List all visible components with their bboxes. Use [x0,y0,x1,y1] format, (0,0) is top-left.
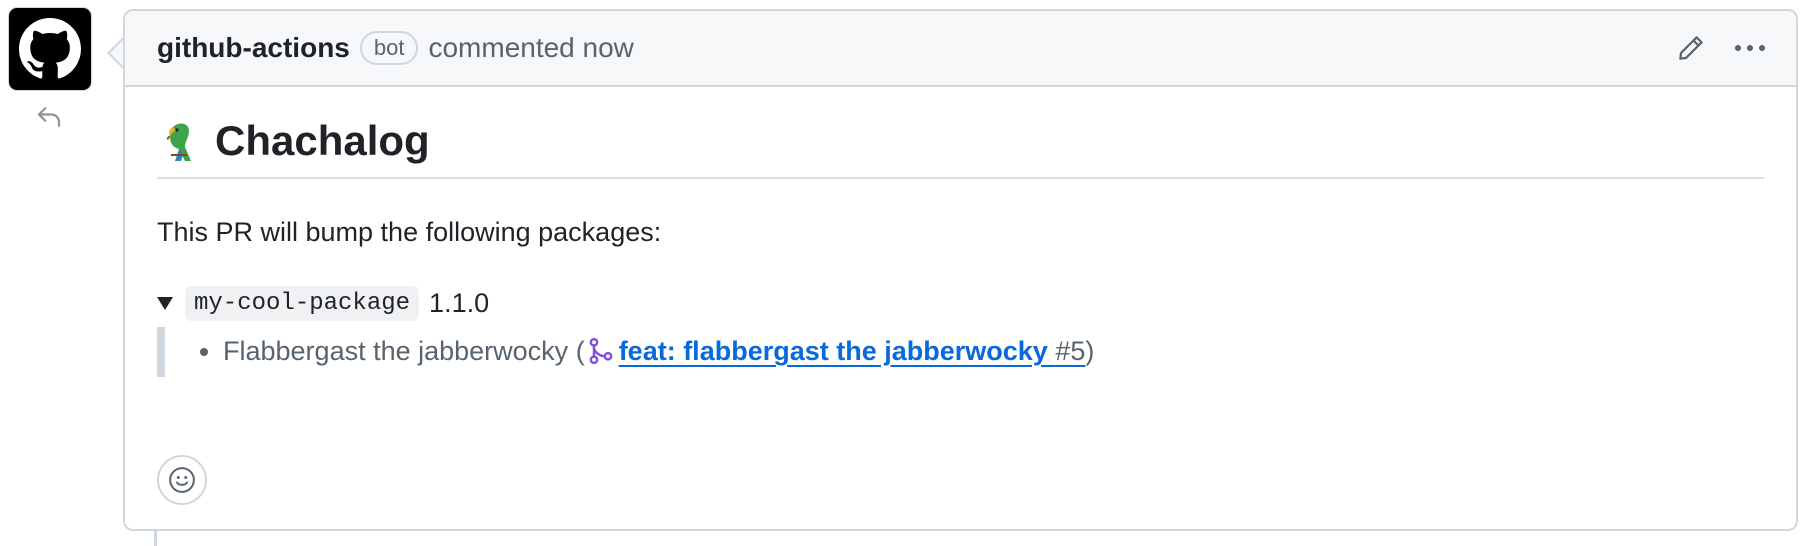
comment-arrow-fill [110,39,124,67]
github-mark-icon [19,18,81,79]
comment-timestamp[interactable]: commented now [428,32,633,64]
parrot-icon [166,123,191,161]
smiley-icon [169,467,195,493]
avatar[interactable] [9,8,91,90]
close-paren: ) [1085,336,1095,366]
package-version: 1.1.0 [429,288,490,318]
comment-title: Chachalog [215,117,430,164]
change-quote: Flabbergast the jabberwocky ( feat: flab… [157,327,1764,377]
intro-text: This PR will bump the following packages… [157,217,662,247]
bot-badge: bot [359,31,419,65]
package-details-summary[interactable]: my-cool-package 1.1.0 [157,286,1764,321]
kebab-horizontal-icon[interactable] [1732,33,1768,63]
pr-link[interactable]: feat: flabbergast the jabberwocky #5 [619,336,1086,366]
author-link[interactable]: github-actions [157,32,350,64]
header-actions [1676,33,1768,63]
comment-heading: Chachalog [157,117,1764,179]
timeline-line [154,531,157,546]
comment-header: github-actions bot commented now [125,11,1796,87]
change-text: Flabbergast the jabberwocky ( [223,336,585,366]
reply-icon[interactable] [34,102,64,132]
pr-title: feat: flabbergast the jabberwocky [618,336,1048,366]
comment-body: Chachalog This PR will bump the followin… [125,87,1796,531]
git-pull-request-icon [589,337,613,365]
package-name: my-cool-package [185,286,420,321]
list-item: Flabbergast the jabberwocky ( feat: flab… [223,331,1764,371]
comment-box: github-actions bot commented now Chachal… [123,9,1798,531]
pr-number: #5 [1055,336,1086,366]
pencil-icon[interactable] [1676,33,1706,63]
add-reaction-button[interactable] [157,455,207,505]
disclosure-triangle-icon[interactable] [157,297,173,310]
